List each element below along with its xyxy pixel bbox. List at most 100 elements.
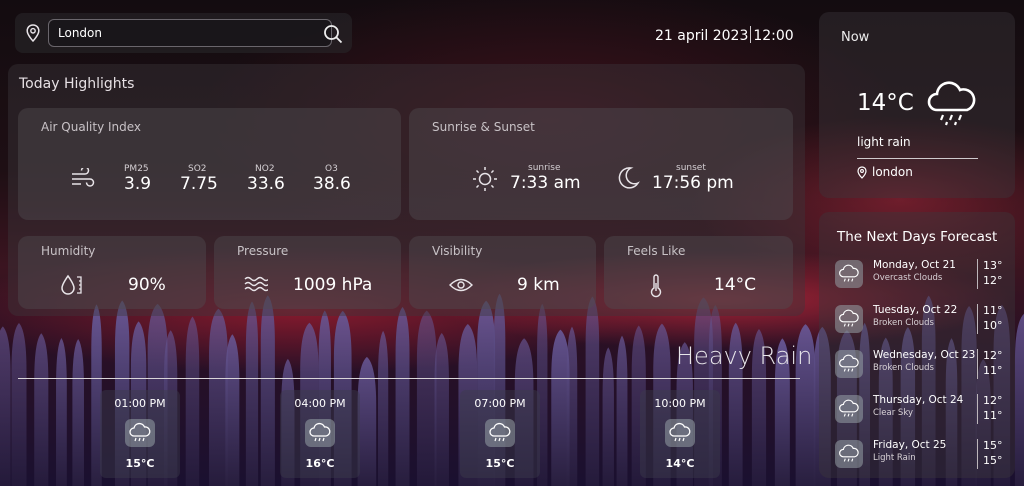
search-input[interactable]: [48, 19, 332, 47]
forecast-low: 11°: [983, 364, 1003, 377]
forecast-low: 10°: [983, 319, 1003, 332]
forecast-low: 12°: [983, 274, 1003, 287]
forecast-divider: [977, 304, 978, 334]
hourly-card: 10:00 PM 14°C: [640, 390, 720, 478]
forecast-divider: [977, 349, 978, 379]
so2-label: SO2: [188, 164, 207, 174]
forecast-high: 15°: [983, 439, 1003, 452]
tree-silhouette: [616, 335, 628, 486]
pm25-label: PM25: [124, 164, 149, 174]
sunrise-time: 7:33 am: [510, 173, 581, 193]
tree-silhouette: [566, 326, 578, 486]
forecast-divider: [977, 259, 978, 289]
pressure-value: 1009 hPa: [293, 275, 373, 295]
forecast-description: Overcast Clouds: [873, 273, 943, 283]
humidity-value: 90%: [128, 275, 166, 295]
cloud-rain-icon: [125, 419, 155, 447]
tree-silhouette: [395, 307, 410, 486]
forecast-divider: [977, 439, 978, 469]
location-pin-icon: [26, 24, 40, 42]
hourly-time: 01:00 PM: [114, 397, 166, 410]
tree-silhouette: [72, 339, 84, 486]
o3-value: 38.6: [313, 174, 351, 194]
humidity-card: Humidity 90%: [18, 236, 206, 309]
forecast-high: 13°: [983, 259, 1003, 272]
visibility-value: 9 km: [517, 275, 560, 295]
forecast-low: 11°: [983, 409, 1003, 422]
tree-silhouette: [225, 334, 240, 486]
cloud-rain-icon: [485, 419, 515, 447]
now-divider: [857, 158, 978, 159]
hourly-card: 04:00 PM 16°C: [280, 390, 360, 478]
tree-silhouette: [185, 316, 200, 486]
sunset-label: sunset: [676, 163, 706, 173]
forecast-high: 12°: [983, 394, 1003, 407]
forecast-row: Wednesday, Oct 23 Broken Clouds 12° 11°: [835, 347, 1005, 383]
pressure-label: Pressure: [237, 244, 289, 258]
no2-label: NO2: [255, 164, 275, 174]
divider: [750, 26, 752, 43]
forecast-day: Friday, Oct 25: [873, 439, 947, 451]
thermometer-icon: [650, 274, 662, 298]
visibility-label: Visibility: [432, 244, 483, 258]
cloud-rain-icon: [665, 419, 695, 447]
tree-silhouette: [0, 326, 11, 486]
hourly-temp: 15°C: [125, 457, 155, 470]
sunset-time: 17:56 pm: [652, 173, 734, 193]
now-label: Now: [841, 30, 870, 45]
pressure-card: Pressure 1009 hPa: [214, 236, 401, 309]
forecast-day: Monday, Oct 21: [873, 259, 956, 271]
tree-silhouette: [245, 301, 259, 486]
waves-icon: [244, 276, 268, 292]
cloud-rain-icon: [835, 305, 863, 333]
forecast-day: Tuesday, Oct 22: [873, 304, 958, 316]
forecast-low: 15°: [983, 454, 1003, 467]
divider-line: [18, 378, 800, 379]
o3-label: O3: [325, 164, 338, 174]
tree-silhouette: [1014, 313, 1024, 486]
forecast-description: Clear Sky: [873, 408, 913, 418]
eye-icon: [449, 278, 473, 292]
tree-silhouette: [434, 333, 449, 486]
now-description: light rain: [857, 135, 911, 149]
tree-silhouette: [260, 295, 275, 486]
hourly-temp: 16°C: [305, 457, 335, 470]
forecast-row: Thursday, Oct 24 Clear Sky 12° 11°: [835, 392, 1005, 428]
highlights-title: Today Highlights: [19, 76, 135, 92]
tree-silhouette: [34, 333, 49, 486]
hourly-card: 01:00 PM 15°C: [100, 390, 180, 478]
location-pin-icon: [857, 166, 867, 179]
hourly-time: 04:00 PM: [294, 397, 346, 410]
forecast-high: 11°: [983, 304, 1003, 317]
now-location: london: [872, 165, 913, 179]
moon-icon: [618, 167, 640, 189]
humidity-icon: [61, 274, 82, 295]
condition-text: Heavy Rain: [676, 342, 813, 370]
forecast-day: Wednesday, Oct 23: [873, 349, 976, 361]
forecast-row: Tuesday, Oct 22 Broken Clouds 11° 10°: [835, 302, 1005, 338]
tree-silhouette: [377, 330, 389, 486]
forecast-high: 12°: [983, 349, 1003, 362]
current-time: 12:00: [753, 28, 794, 44]
search-icon[interactable]: [323, 24, 343, 44]
hourly-time: 07:00 PM: [474, 397, 526, 410]
forecast-description: Broken Clouds: [873, 318, 934, 328]
forecast-day: Thursday, Oct 24: [873, 394, 964, 406]
forecast-divider: [977, 394, 978, 424]
now-panel: Now 14°C light rain london: [819, 12, 1015, 198]
tree-silhouette: [602, 347, 614, 486]
feels-like-value: 14°C: [714, 275, 757, 295]
tree-silhouette: [208, 308, 228, 486]
hourly-card: 07:00 PM 15°C: [460, 390, 540, 478]
hourly-time: 10:00 PM: [654, 397, 706, 410]
feels-like-card: Feels Like 14°C: [604, 236, 793, 309]
forecast-row: Monday, Oct 21 Overcast Clouds 13° 12°: [835, 257, 1005, 293]
forecast-description: Broken Clouds: [873, 363, 934, 373]
search-bar: [15, 13, 352, 53]
pm25-value: 3.9: [124, 174, 152, 194]
air-quality-label: Air Quality Index: [41, 120, 142, 134]
sunrise-sunset-label: Sunrise & Sunset: [432, 120, 535, 134]
feels-like-label: Feels Like: [627, 244, 686, 258]
hourly-temp: 15°C: [485, 457, 515, 470]
forecast-title: The Next Days Forecast: [837, 229, 998, 245]
